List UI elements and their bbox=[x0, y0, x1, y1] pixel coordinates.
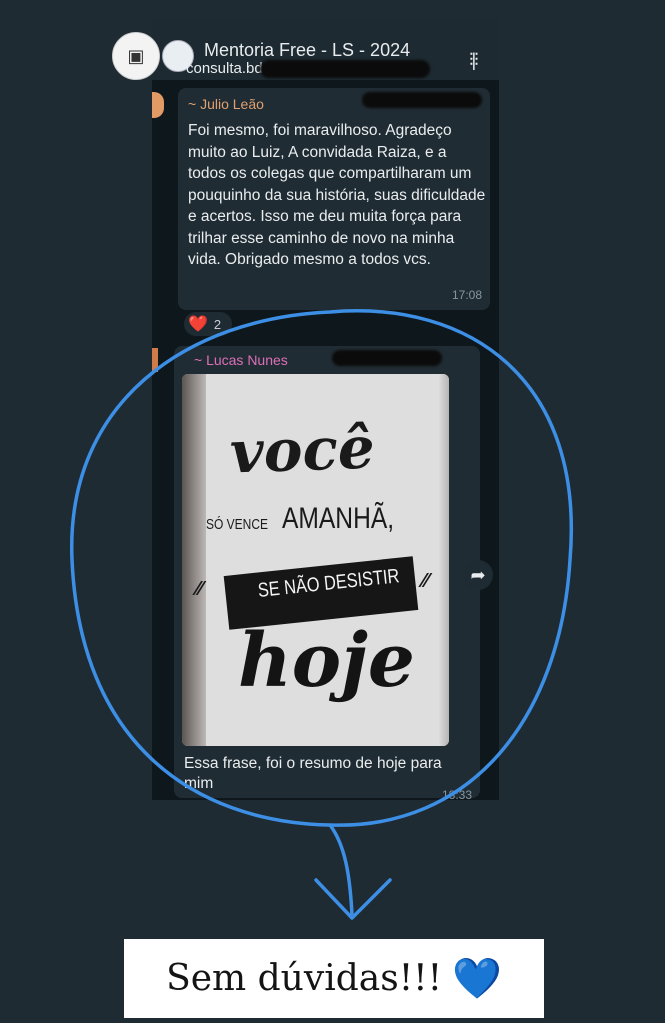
arrow-shaft bbox=[328, 823, 354, 916]
message-text: Foi mesmo, foi maravilhoso. Agradeço mui… bbox=[188, 122, 486, 268]
reaction-count: 2 bbox=[213, 316, 222, 332]
quote-so-vence: SÓ VENCE bbox=[206, 516, 269, 533]
caption-text: Sem dúvidas!!! bbox=[166, 958, 443, 999]
image-caption: Essa frase, foi o resumo de hoje para mi… bbox=[184, 755, 442, 792]
quote-voce: você bbox=[228, 413, 376, 487]
sender-name: ~ Julio Leão bbox=[188, 96, 264, 112]
message-time: 17:08 bbox=[451, 288, 482, 302]
arrow-head bbox=[314, 878, 392, 920]
blue-heart-icon: 💙 bbox=[452, 956, 502, 1001]
heart-icon: ❤️ bbox=[188, 316, 208, 333]
image-message-bubble[interactable]: ~ Lucas Nunes você SÓ VENCE AMANHÃ, SE N… bbox=[174, 346, 480, 800]
reaction-badge[interactable]: ❤️ 2 bbox=[184, 312, 232, 336]
mug-shadow bbox=[182, 374, 206, 746]
mug-photo[interactable]: você SÓ VENCE AMANHÃ, SE NÃO DESISTIR ⁄⁄… bbox=[182, 374, 449, 746]
group-subtitle: consulta.bd bbox=[186, 60, 263, 77]
quote-amanha: AMANHÃ, bbox=[282, 502, 395, 535]
redaction-mark bbox=[362, 92, 482, 108]
quote-hoje: hoje bbox=[238, 618, 416, 704]
group-name: Mentoria Free - LS - 2024 bbox=[204, 40, 411, 60]
message-bubble[interactable]: ~ Julio Leão Foi mesmo, foi maravilhoso.… bbox=[178, 88, 490, 310]
chat-screenshot: Mentoria Free - LS - 2024 consulta.bd ⫶|… bbox=[152, 20, 499, 800]
redaction-mark bbox=[332, 350, 442, 366]
forward-icon[interactable]: ➦ bbox=[463, 560, 493, 590]
voice-chat-icon[interactable]: ⫶|⫶ bbox=[469, 50, 479, 71]
sender-avatar bbox=[152, 92, 164, 118]
mug-edge bbox=[439, 374, 449, 746]
sender-avatar bbox=[152, 348, 158, 372]
redaction-mark bbox=[260, 60, 430, 78]
sender-name: ~ Lucas Nunes bbox=[194, 352, 288, 368]
sparkle-icon: ⁄⁄ bbox=[422, 570, 429, 592]
story-caption: Sem dúvidas!!! 💙 bbox=[124, 939, 544, 1018]
channel-logo: ▣ bbox=[112, 32, 160, 80]
message-time: 18:33 bbox=[441, 788, 472, 800]
logo-icon: ▣ bbox=[127, 45, 145, 67]
chat-header[interactable]: Mentoria Free - LS - 2024 consulta.bd ⫶|… bbox=[152, 20, 499, 80]
sparkle-icon: ⁄⁄ bbox=[196, 578, 203, 600]
